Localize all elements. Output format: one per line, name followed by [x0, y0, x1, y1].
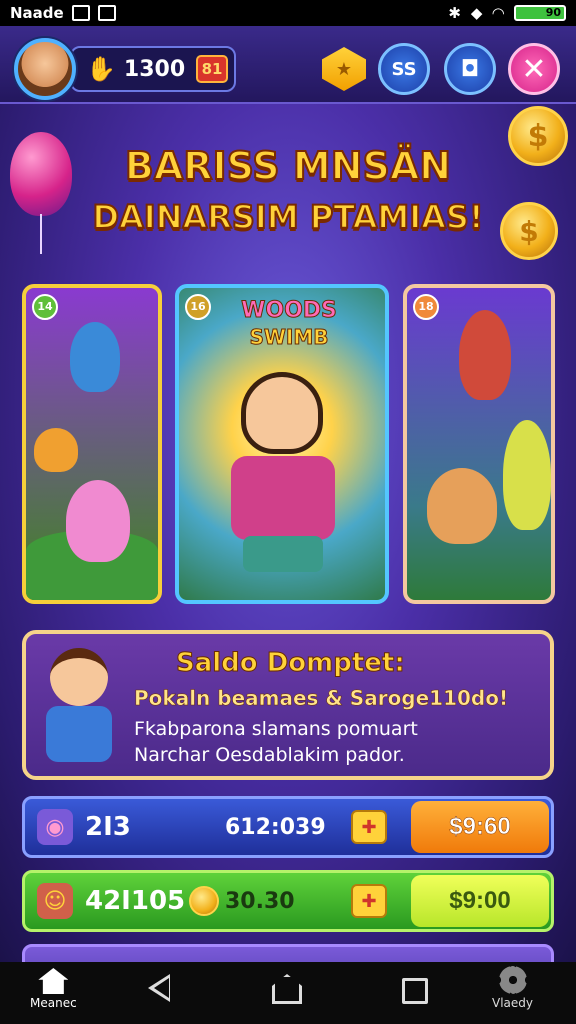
system-home-button[interactable] — [272, 974, 302, 1004]
gallery-icon — [71, 5, 90, 21]
level-badge: 81 — [196, 55, 228, 83]
kid-character — [459, 310, 511, 400]
coin-icon — [189, 886, 220, 916]
coin-balance[interactable]: ✋ 1300 81 — [70, 46, 236, 92]
vibrate-icon: ✱ — [448, 4, 461, 22]
game-card[interactable]: 18 — [403, 284, 555, 604]
buy-button[interactable]: $9:00 — [411, 875, 549, 927]
wallet-title: Saldo Domptet: — [176, 648, 406, 679]
battery-icon: 90 — [514, 5, 566, 21]
home-tab[interactable]: Meanec — [30, 968, 77, 1010]
gem-button[interactable]: ★ — [318, 43, 370, 95]
card-number: 14 — [32, 294, 58, 320]
gift-icon: ✚ — [351, 884, 387, 918]
carrier-name: Naade — [10, 4, 64, 22]
hand-icon: ✋ — [86, 55, 116, 83]
gem-icon: ★ — [322, 47, 366, 91]
offer-row[interactable]: ◉ 2I3 612:039 ✚ $9:60 — [22, 796, 554, 858]
monster-character — [70, 322, 120, 392]
character-icon: ☺ — [37, 883, 73, 919]
home-tab-label: Meanec — [30, 996, 77, 1010]
offer-value: 30.30 — [225, 888, 295, 914]
top-bar: ✋ 1300 81 ★ SS ◘ ✕ — [0, 26, 576, 104]
camera-button[interactable]: ◘ — [444, 43, 496, 95]
settings-tab-label: Vlaedy — [492, 996, 533, 1010]
camera-icon: ◘ — [460, 56, 480, 82]
player-avatar[interactable] — [14, 38, 76, 100]
monster-character — [503, 420, 551, 530]
offer-amount: 42I105 — [85, 886, 186, 916]
offer-row[interactable] — [22, 944, 554, 962]
card-number: 16 — [185, 294, 211, 320]
game-logo: WOODS SWIMB — [219, 298, 359, 350]
close-icon: ✕ — [521, 51, 547, 87]
offer-amount: 2I3 — [85, 812, 131, 842]
game-logo-line1: WOODS — [241, 298, 338, 324]
wallet-description: Narchar Oesdablakim pador. — [134, 744, 405, 766]
promo-title: BARISS MNSÄN — [124, 143, 452, 189]
close-button[interactable]: ✕ — [508, 43, 560, 95]
game-screen: ✋ 1300 81 ★ SS ◘ ✕ $ $ BARISS MNSÄN DAIN… — [0, 26, 576, 962]
game-card[interactable]: 14 — [22, 284, 162, 604]
hero-character — [241, 372, 323, 454]
recent-apps-button[interactable] — [402, 978, 428, 1004]
notification-icon — [97, 5, 116, 21]
promo-subtitle: DAINARSIM PTAMIAS! — [91, 197, 484, 237]
navigation-bar: Meanec Vlaedy — [0, 962, 576, 1024]
monster-icon: ◉ — [37, 809, 73, 845]
pig-character — [66, 480, 130, 562]
card-number: 18 — [413, 294, 439, 320]
wallet-subtitle: Pokaln beamaes & Saroge110do! — [134, 686, 509, 711]
signal-icon: ◆ — [470, 4, 483, 22]
featured-game-card[interactable]: 16 WOODS SWIMB — [175, 284, 389, 604]
ss-button[interactable]: SS — [378, 43, 430, 95]
dog-character — [427, 468, 497, 544]
settings-tab[interactable]: Vlaedy — [492, 966, 533, 1010]
hero-legs — [243, 536, 323, 572]
coin-count: 1300 — [123, 56, 186, 82]
wallet-character — [36, 648, 128, 768]
hero-body — [231, 456, 335, 540]
monster-character — [34, 428, 78, 472]
offer-row[interactable]: ☺ 42I105 30.30 ✚ $9:00 — [22, 870, 554, 932]
gift-icon: ✚ — [351, 810, 387, 844]
offer-timer: 612:039 — [225, 814, 326, 840]
wifi-icon: ◠ — [492, 4, 504, 22]
status-bar: Naade ✱ ◆ ◠ 90 — [0, 0, 576, 26]
gear-icon — [498, 966, 527, 994]
home-icon — [38, 968, 69, 994]
wallet-banner[interactable]: Saldo Domptet: Pokaln beamaes & Saroge11… — [22, 630, 554, 780]
buy-button[interactable]: $9:60 — [411, 801, 549, 853]
game-logo-line2: SWIMB — [249, 325, 329, 350]
wallet-description: Fkabparona slamans pomuart — [134, 718, 418, 740]
back-button[interactable] — [148, 974, 170, 1002]
